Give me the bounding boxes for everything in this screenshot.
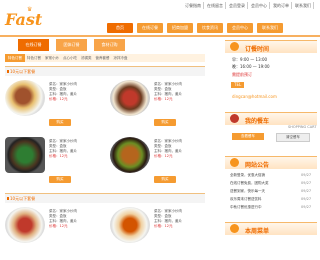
- nav-news[interactable]: 饮食资讯: [197, 23, 223, 33]
- hours-panel-header: 订餐时间: [225, 40, 317, 53]
- nav-member[interactable]: 会员中心: [227, 23, 253, 33]
- notice-item[interactable]: 全新登录，优惠大促销: [230, 173, 265, 178]
- dish-price: 价格：12元: [49, 97, 68, 101]
- category-item[interactable]: 营养套餐: [94, 56, 112, 61]
- dish-info: 菜名：家家小炒肉 类型：盒饭 主料：猪肉，姜片 价格：12元: [49, 209, 77, 229]
- megaphone-icon: [230, 158, 239, 167]
- section-header: 10元以下套餐: [5, 66, 205, 76]
- notice-date: 09/27: [301, 197, 312, 201]
- dish-price: 价格：12元: [49, 224, 68, 228]
- category-item[interactable]: 家常小炒: [43, 56, 61, 61]
- cart-panel-header: 我的餐车: [225, 112, 317, 125]
- dish-info: 菜名：家家小炒肉 类型：盒饭 主料：猪肉，姜片 价格：12元: [49, 139, 77, 159]
- hours-title: 订餐时间: [245, 46, 270, 53]
- dish-price: 价格：12元: [154, 97, 173, 101]
- dish-card: 菜名：家家小炒肉 类型：盒饭 主料：猪肉，姜片 价格：12元: [5, 207, 93, 260]
- contact-email[interactable]: dingcan@hotmail.com: [232, 94, 277, 99]
- cart-title: 我的餐车: [245, 118, 270, 125]
- hours-note: 需提前预订: [232, 72, 252, 77]
- bullet-icon: [7, 70, 9, 73]
- buy-button[interactable]: 购买: [154, 176, 176, 183]
- notice-item[interactable]: 欢乐周末订餐送饮料: [230, 197, 262, 202]
- dish-info: 菜名：家家小炒肉 类型：盒饭 主料：猪肉，姜片 价格：12元: [49, 82, 77, 102]
- category-bar: 特色订餐 特色订餐 家常小炒 点心小吃 汤锅类 营养套餐 凉拌冷盘: [5, 54, 205, 62]
- phone-badge: TEL: [231, 82, 245, 88]
- menu-panel-header: 本周菜单: [225, 222, 317, 235]
- tab-online-order[interactable]: 在线订餐: [18, 39, 49, 51]
- top-links: 订餐指南 在线留言 会员登录 会员中心 我的订单 联系我们: [183, 2, 314, 9]
- category-item[interactable]: 点心小吃: [61, 56, 79, 61]
- notice-title: 网站公告: [245, 162, 270, 169]
- notice-date: 09/27: [301, 189, 312, 193]
- top-link[interactable]: 联系我们: [293, 2, 314, 9]
- top-link[interactable]: 在线留言: [205, 2, 226, 9]
- view-cart-button[interactable]: 查看餐车: [232, 133, 264, 140]
- bullet-icon: [7, 197, 9, 200]
- top-link[interactable]: 订餐指南: [183, 2, 204, 9]
- notice-item[interactable]: 在线订餐免费，团购大奖: [230, 181, 269, 186]
- menu-icon: [230, 224, 239, 233]
- dish-price: 价格：12元: [49, 154, 68, 158]
- nav-home[interactable]: 首页: [107, 23, 133, 33]
- top-link[interactable]: 我的订单: [271, 2, 292, 9]
- dish-card: 菜名：家家小炒肉 类型：盒饭 主料：猪肉，姜片 价格：12元 购买: [5, 137, 93, 190]
- dish-price: 价格：12元: [154, 224, 173, 228]
- category-item[interactable]: 凉拌冷盘: [112, 56, 130, 61]
- main-nav: 首页 在线订餐 招商加盟 饮食资讯 会员中心 联系我们: [107, 23, 283, 33]
- notice-item[interactable]: 送餐到家，快乐每一天: [230, 189, 265, 194]
- section-title: 10元以下套餐: [10, 196, 36, 201]
- dish-photo[interactable]: [5, 137, 45, 173]
- site-logo[interactable]: Fast: [5, 12, 42, 28]
- tab-group-order[interactable]: 团体订餐: [56, 39, 87, 51]
- clock-icon: [230, 42, 239, 51]
- dish-card: 菜名：家家小炒肉 类型：盒饭 主料：猪肉，姜片 价格：12元 购买: [110, 137, 198, 190]
- notice-date: 09/27: [301, 205, 312, 209]
- section-title: 10元以下套餐: [10, 69, 36, 74]
- notice-panel-header: 网站公告: [225, 156, 317, 169]
- hours-line: 晚：16:00 — 19:00: [232, 64, 270, 69]
- menu-title: 本周菜单: [245, 228, 270, 235]
- crown-icon: ♛: [27, 6, 33, 13]
- section-header: 10元以下套餐: [5, 193, 205, 203]
- category-current[interactable]: 特色订餐: [5, 54, 25, 62]
- sub-tabs: 在线订餐 团体订餐 食材订购: [18, 39, 125, 51]
- dish-info: 菜名：家家小炒肉 类型：盒饭 主料：猪肉，姜片 价格：12元: [154, 139, 182, 159]
- cart-icon: [230, 114, 239, 123]
- dish-photo[interactable]: [110, 80, 150, 116]
- buy-button[interactable]: 购买: [49, 119, 71, 126]
- dish-card: 菜名：家家小炒肉 类型：盒饭 主料：猪肉，姜片 价格：12元 购买: [110, 80, 198, 133]
- buy-button[interactable]: 购买: [154, 119, 176, 126]
- dish-info: 菜名：家家小炒肉 类型：盒饭 主料：猪肉，姜片 价格：12元: [154, 209, 182, 229]
- top-link[interactable]: 会员登录: [227, 2, 248, 9]
- notice-date: 09/27: [301, 181, 312, 185]
- dish-price: 价格：12元: [154, 154, 173, 158]
- category-item[interactable]: 特色订餐: [25, 56, 43, 61]
- dish-photo[interactable]: [110, 207, 150, 243]
- dish-card: 菜名：家家小炒肉 类型：盒饭 主料：猪肉，姜片 价格：12元 购买: [5, 80, 93, 133]
- dish-card: 菜名：家家小炒肉 类型：盒饭 主料：猪肉，姜片 价格：12元: [110, 207, 198, 260]
- dish-photo[interactable]: [110, 137, 150, 173]
- nav-divider: [0, 35, 320, 37]
- cart-subtitle: SHOPPING CART: [288, 125, 317, 129]
- notice-date: 09/27: [301, 173, 312, 177]
- tab-ingredients[interactable]: 食材订购: [94, 39, 125, 51]
- dish-photo[interactable]: [5, 207, 45, 243]
- clear-cart-button[interactable]: 清空餐车: [276, 133, 310, 142]
- nav-order[interactable]: 在线订餐: [137, 23, 163, 33]
- hours-line: 早：9:00 — 13:00: [232, 57, 268, 62]
- buy-button[interactable]: 购买: [49, 176, 71, 183]
- notice-item[interactable]: 中秋订餐优惠进行中: [230, 205, 262, 210]
- top-link[interactable]: 会员中心: [249, 2, 270, 9]
- category-item[interactable]: 汤锅类: [79, 56, 94, 61]
- dish-photo[interactable]: [5, 80, 45, 116]
- nav-franchise[interactable]: 招商加盟: [167, 23, 193, 33]
- dish-info: 菜名：家家小炒肉 类型：盒饭 主料：猪肉，姜片 价格：12元: [154, 82, 182, 102]
- nav-contact[interactable]: 联系我们: [257, 23, 283, 33]
